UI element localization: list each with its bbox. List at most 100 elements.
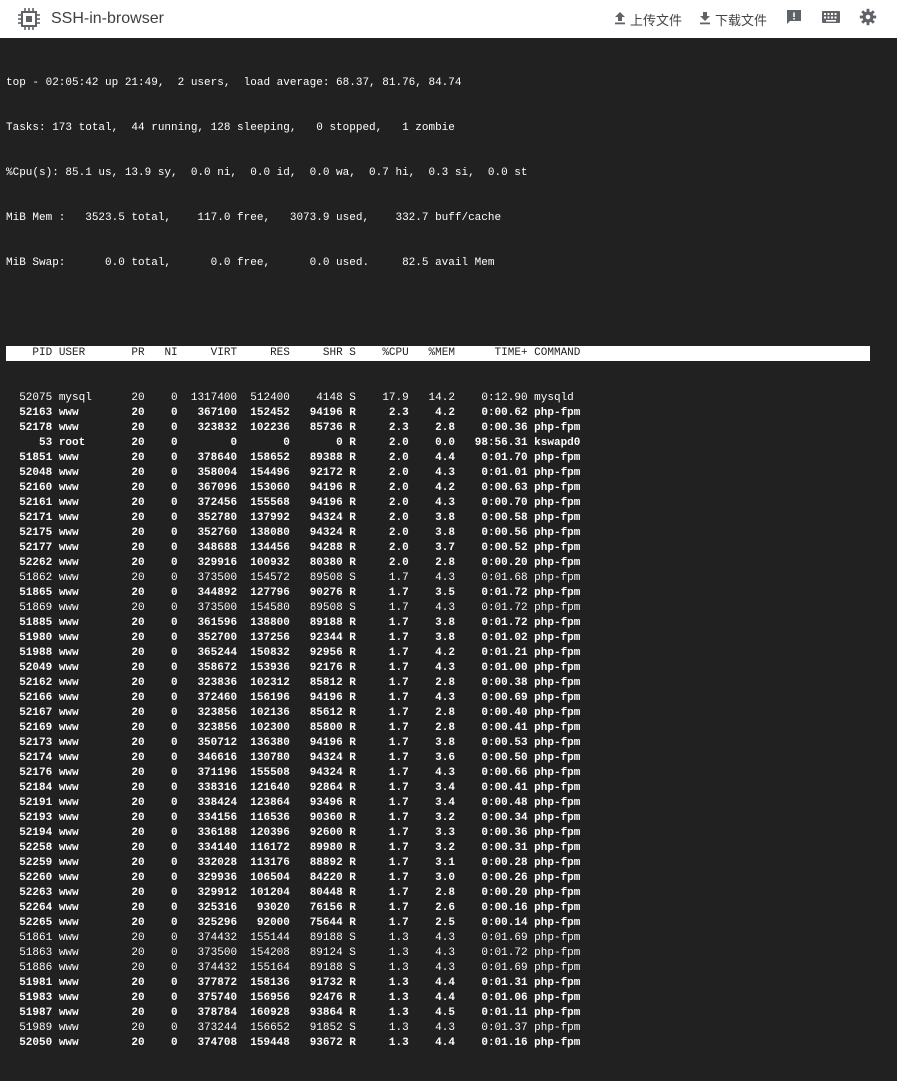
process-command: php-fpm [527,617,587,629]
settings-button[interactable] [859,8,877,31]
process-mem: 4.3 [408,947,455,959]
process-ni: 0 [144,737,178,749]
process-res: 137992 [237,512,290,524]
process-mem: 3.8 [408,632,455,644]
process-time: 0:01.06 [454,992,528,1004]
process-mem: 2.8 [408,677,455,689]
process-shr: 92476 [289,992,343,1004]
process-cpu: 1.7 [362,782,409,794]
feedback-button[interactable] [785,8,803,31]
process-state: R [342,857,363,869]
process-row: 51851 www 20 0 378640 158652 89388 R 2.0… [6,451,870,466]
process-command: php-fpm [527,452,587,464]
process-cpu: 1.7 [362,602,409,614]
mem-line: MiB Mem : 3523.5 total, 117.0 free, 3073… [6,212,502,224]
process-row: 52166 www 20 0 372460 156196 94196 R 1.7… [6,691,870,706]
process-user: www [52,692,119,704]
process-cpu: 1.3 [362,932,409,944]
process-user: www [52,857,119,869]
process-pid: 52259 [6,857,53,869]
download-file-label: 下载文件 [714,12,767,28]
process-mem: 3.8 [408,737,455,749]
process-ni: 0 [144,692,178,704]
process-time: 0:01.72 [454,617,528,629]
process-pid: 51851 [6,452,53,464]
process-command: php-fpm [527,512,587,524]
column-header-res: RES [237,347,290,359]
process-cpu: 2.0 [362,557,409,569]
process-shr: 94324 [289,767,343,779]
process-pid: 51886 [6,962,53,974]
process-res: 158652 [237,452,290,464]
process-ni: 0 [144,392,178,404]
process-res: 150832 [237,647,290,659]
process-res: 0 [237,437,290,449]
process-virt: 361596 [177,617,238,629]
process-cpu: 1.7 [362,812,409,824]
terminal-screen: top - 02:05:42 up 21:49, 2 users, load a… [6,46,870,1081]
process-pid: 51862 [6,572,53,584]
process-res: 92000 [237,917,290,929]
process-virt: 325316 [177,902,238,914]
process-virt: 323836 [177,677,238,689]
process-state: R [342,677,363,689]
process-virt: 352700 [177,632,238,644]
process-row: 52169 www 20 0 323856 102300 85800 R 1.7… [6,721,870,736]
process-command: php-fpm [527,1022,587,1034]
process-shr: 93864 [289,1007,343,1019]
process-command: php-fpm [527,752,587,764]
process-state: S [342,572,363,584]
process-command: php-fpm [527,587,587,599]
process-cpu: 1.7 [362,632,409,644]
process-ni: 0 [144,917,178,929]
process-row: 52194 www 20 0 336188 120396 92600 R 1.7… [6,826,870,841]
process-virt: 372456 [177,497,238,509]
process-row: 51886 www 20 0 374432 155164 89188 S 1.3… [6,961,870,976]
download-file-button[interactable]: 下载文件 [698,10,767,29]
process-pid: 51869 [6,602,53,614]
process-shr: 94196 [289,482,343,494]
process-ni: 0 [144,857,178,869]
process-res: 102300 [237,722,290,734]
process-mem: 2.8 [408,422,455,434]
process-pid: 52175 [6,527,53,539]
terminal[interactable]: top - 02:05:42 up 21:49, 2 users, load a… [0,38,897,1049]
process-virt: 367096 [177,482,238,494]
process-user: www [52,557,119,569]
keyboard-button[interactable] [821,9,841,30]
process-pid: 52169 [6,722,53,734]
process-pid: 51980 [6,632,53,644]
process-state: R [342,587,363,599]
upload-file-button[interactable]: 上传文件 [613,10,682,29]
process-cpu: 17.9 [362,392,409,404]
process-pr: 20 [118,467,145,479]
process-user: www [52,707,119,719]
process-res: 156652 [237,1022,290,1034]
process-shr: 91852 [289,1022,343,1034]
process-time: 0:01.72 [454,947,528,959]
process-virt: 325296 [177,917,238,929]
process-ni: 0 [144,572,178,584]
process-pr: 20 [118,932,145,944]
process-state: R [342,992,363,1004]
process-res: 153060 [237,482,290,494]
process-pid: 52263 [6,887,53,899]
process-ni: 0 [144,662,178,674]
process-mem: 4.4 [408,992,455,1004]
process-pid: 52050 [6,1037,53,1049]
process-state: R [342,527,363,539]
process-user: www [52,422,119,434]
process-res: 113176 [237,857,290,869]
process-time: 0:01.37 [454,1022,528,1034]
process-cpu: 1.3 [362,962,409,974]
process-user: www [52,1007,119,1019]
process-state: S [342,392,363,404]
process-mem: 4.3 [408,602,455,614]
process-user: www [52,542,119,554]
process-ni: 0 [144,782,178,794]
process-ni: 0 [144,797,178,809]
process-row: 52161 www 20 0 372456 155568 94196 R 2.0… [6,496,870,511]
process-shr: 89124 [289,947,343,959]
process-row: 52263 www 20 0 329912 101204 80448 R 1.7… [6,886,870,901]
